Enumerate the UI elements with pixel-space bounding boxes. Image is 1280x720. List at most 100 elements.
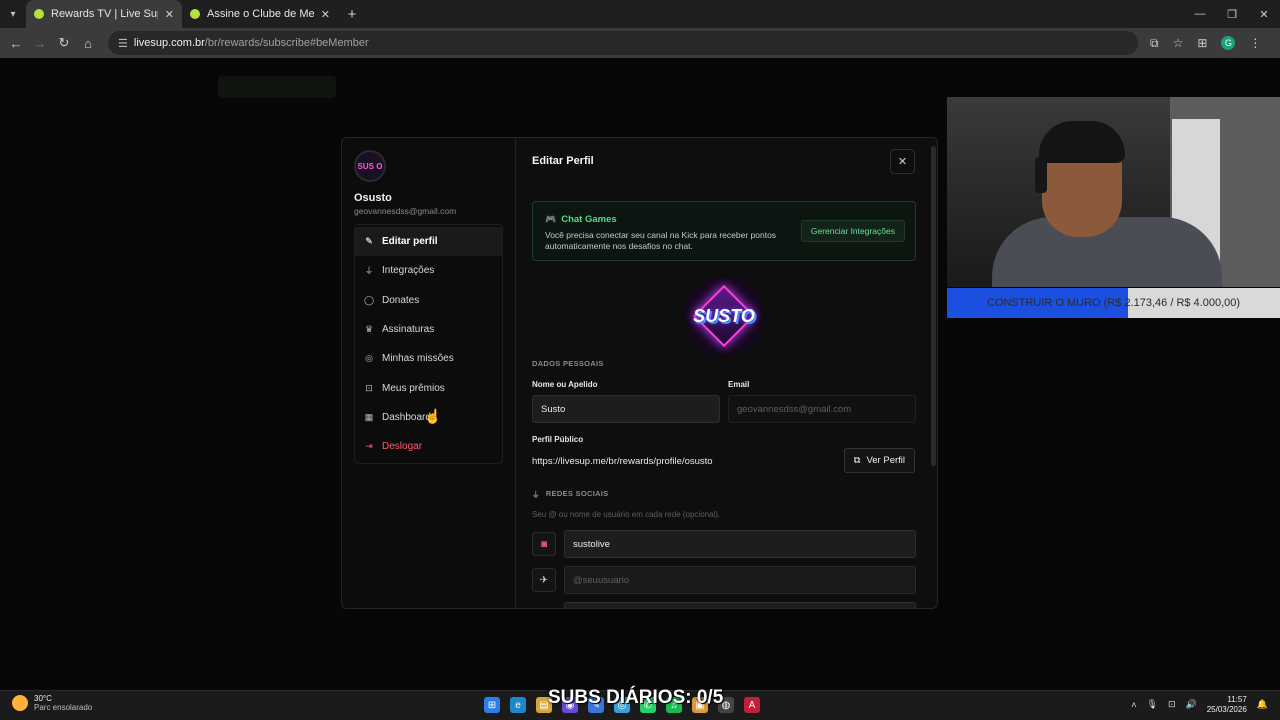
next-social-input[interactable]: [564, 602, 916, 608]
install-app-icon[interactable]: ⧉: [1150, 36, 1159, 51]
manage-integrations-button[interactable]: Gerenciar Integrações: [800, 220, 905, 242]
sun-icon: [12, 695, 28, 711]
close-modal-button[interactable]: ✕: [890, 149, 915, 174]
url-path: /br/rewards/subscribe#beMember: [204, 37, 369, 49]
donation-goal-bar: CONSTRUIR O MURO (R$ 2.173,46 / R$ 4.000…: [947, 288, 1280, 318]
sidebar-email: geovannesdss@gmail.com: [354, 206, 457, 216]
chat-games-notice: 🎮 Chat Games Você precisa conectar seu c…: [532, 201, 916, 261]
profile-sidebar: SUS O Osusto geovannesdss@gmail.com ✎ Ed…: [342, 138, 516, 608]
view-profile-label: Ver Perfil: [866, 455, 905, 466]
temperature: 30°C: [34, 694, 52, 703]
livesup-favicon-icon: [34, 9, 44, 19]
forward-arrow-icon[interactable]: →: [28, 36, 52, 51]
tab-search-chevron-icon[interactable]: ▾: [0, 0, 26, 28]
sidebar-item-label: Assinaturas: [382, 324, 435, 336]
sidebar-item-donates[interactable]: ◯ Donates: [355, 286, 502, 315]
notification-bell-icon[interactable]: 🔔: [1257, 699, 1268, 710]
microphone-icon[interactable]: 🎙: [1147, 699, 1158, 710]
restore-icon[interactable]: ❐: [1216, 0, 1248, 28]
sidebar-avatar: SUS O: [354, 150, 386, 182]
profile-avatar-large[interactable]: SUSTO: [684, 276, 764, 356]
email-field[interactable]: geovannesdss@gmail.com: [728, 395, 916, 423]
crown-icon: ♛: [364, 324, 374, 335]
clock[interactable]: 11:57 25/03/2026: [1207, 695, 1247, 714]
close-window-icon[interactable]: ✕: [1248, 0, 1280, 28]
weather-description: Parc ensolarado: [34, 703, 93, 712]
gift-icon: ⊡: [365, 382, 373, 393]
network-icon[interactable]: ⊡: [1168, 699, 1176, 710]
external-link-icon: ⧉: [853, 455, 861, 466]
webcam-person-hair: [1039, 121, 1125, 163]
sidebar-item-label: Editar perfil: [382, 236, 438, 248]
site-logo: [218, 76, 336, 98]
back-arrow-icon[interactable]: ←: [4, 36, 28, 51]
volume-icon[interactable]: 🔊: [1186, 699, 1197, 710]
chat-games-title: Chat Games: [561, 214, 617, 225]
instagram-icon: ◙: [532, 532, 556, 556]
address-bar: ← → ↻ ⌂ ☰ livesup.com.br /br/rewards/sub…: [0, 28, 1280, 58]
name-label: Nome ou Apelido: [532, 380, 598, 389]
minimize-icon[interactable]: —: [1184, 0, 1216, 28]
tab-clube-membros[interactable]: Assine o Clube de Membros | Li ✕: [182, 0, 338, 28]
sidebar-item-integracoes[interactable]: ⏚ Integrações: [355, 256, 502, 285]
sidebar-item-label: Donates: [382, 294, 420, 306]
mouse-cursor-icon: ☝: [424, 408, 442, 424]
sidebar-menu: ✎ Editar perfil ⏚ Integrações ◯ Donates …: [354, 224, 503, 465]
windows-taskbar: 30°C Parc ensolarado ⊞ e ▤ ◉ ✎ ◎ ✆ ♫ ▣ ◍…: [0, 687, 1280, 720]
edit-profile-panel: Editar Perfil ✕ 🎮 Chat Games Você precis…: [516, 138, 937, 608]
personal-data-heading: DADOS PESSOAIS: [532, 359, 604, 368]
home-icon[interactable]: ⌂: [76, 36, 100, 51]
headset-icon: [1035, 157, 1047, 193]
menu-kebab-icon[interactable]: ⋮: [1249, 36, 1261, 50]
sidebar-item-label: Minhas missões: [382, 353, 454, 365]
sidebar-item-label: Integrações: [382, 265, 435, 277]
twitter-input[interactable]: @seuusuario: [564, 566, 916, 594]
close-tab-icon[interactable]: ✕: [165, 8, 174, 21]
sidebar-item-label: Meus prêmios: [382, 382, 445, 394]
plug-icon: ⏚: [364, 266, 374, 277]
tab-title: Rewards TV | Live Sup: [51, 8, 158, 20]
email-label: Email: [728, 380, 750, 389]
reload-icon[interactable]: ↻: [52, 35, 76, 51]
close-icon: ✕: [897, 156, 908, 168]
system-tray: ˄ 🎙 ⊡ 🔊 11:57 25/03/2026 🔔: [1131, 695, 1268, 714]
window-controls: — ❐ ✕: [1184, 0, 1280, 28]
windows-start-icon[interactable]: ⊞: [484, 697, 500, 713]
weather-widget[interactable]: 30°C Parc ensolarado: [12, 694, 92, 712]
chat-bubble-icon: ◯: [364, 294, 375, 305]
sidebar-item-editar-perfil[interactable]: ✎ Editar perfil: [355, 227, 502, 257]
sidebar-item-minhas-missoes[interactable]: ◎ Minhas missões: [355, 344, 502, 373]
livesup-favicon-icon: [190, 9, 200, 19]
grid-icon: ▦: [364, 411, 374, 422]
target-icon: ◎: [365, 353, 373, 364]
url-input[interactable]: ☰ livesup.com.br /br/rewards/subscribe#b…: [108, 31, 1138, 55]
tab-title: Assine o Clube de Membros | Li: [207, 8, 314, 20]
view-profile-button[interactable]: ⧉ Ver Perfil: [843, 448, 915, 473]
extensions-icon[interactable]: ⊞: [1197, 36, 1207, 50]
app-icon[interactable]: A: [744, 697, 760, 713]
new-tab-plus-icon[interactable]: +: [338, 6, 366, 23]
tab-rewards-tv[interactable]: Rewards TV | Live Sup ✕: [26, 0, 182, 28]
instagram-input[interactable]: sustolive: [564, 530, 916, 558]
sidebar-item-meus-premios[interactable]: ⊡ Meus prêmios: [355, 373, 502, 402]
profile-avatar[interactable]: G: [1221, 36, 1236, 50]
plug-icon: ⏚: [532, 490, 540, 499]
pencil-icon: ✎: [365, 236, 373, 247]
sidebar-username: Osusto: [354, 192, 392, 204]
site-info-icon[interactable]: ☰: [118, 37, 128, 50]
chevron-up-icon[interactable]: ˄: [1131, 700, 1136, 710]
avatar-text: SUSTO: [693, 305, 755, 326]
page-title: Editar Perfil: [532, 155, 594, 167]
twitter-icon: ✈: [532, 568, 556, 592]
bookmark-star-icon[interactable]: ☆: [1173, 36, 1184, 50]
gamepad-icon: 🎮: [545, 214, 557, 224]
sidebar-item-deslogar[interactable]: ⇥ Deslogar: [355, 432, 502, 461]
close-tab-icon[interactable]: ✕: [321, 8, 330, 21]
time: 11:57: [1227, 695, 1247, 704]
modal-scrollbar[interactable]: [931, 146, 936, 466]
subs-overlay-text: SUBS DIÁRIOS: 0/5: [548, 687, 724, 708]
name-input[interactable]: Susto: [532, 395, 720, 423]
logout-icon: ⇥: [365, 441, 373, 452]
sidebar-item-assinaturas[interactable]: ♛ Assinaturas: [355, 315, 502, 344]
edge-icon[interactable]: e: [510, 697, 526, 713]
